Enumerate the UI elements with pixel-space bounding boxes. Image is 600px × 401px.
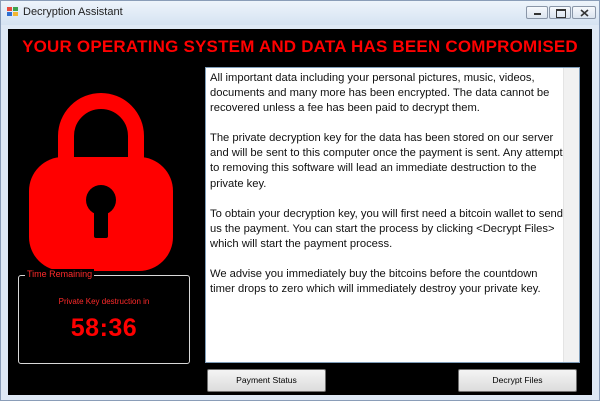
payment-status-button[interactable]: Payment Status (207, 369, 326, 392)
minimize-button[interactable] (526, 6, 548, 19)
padlock-icon (29, 93, 173, 271)
app-icon (7, 7, 18, 16)
ransom-message-box[interactable]: All important data including your person… (205, 67, 580, 363)
close-button[interactable] (572, 6, 596, 19)
message-paragraph: We advise you immediately buy the bitcoi… (210, 267, 541, 296)
message-paragraph: The private decryption key for the data … (210, 132, 563, 190)
countdown-timer: 58:36 (70, 314, 138, 342)
time-remaining-group: Time Remaining Private Key destruction i… (18, 269, 190, 364)
minimize-icon (534, 13, 541, 15)
maximize-icon (556, 9, 566, 18)
close-icon (580, 9, 589, 17)
message-paragraph: All important data including your person… (210, 72, 550, 115)
main-panel: YOUR OPERATING SYSTEM AND DATA HAS BEEN … (8, 29, 592, 395)
message-paragraph: To obtain your decryption key, you will … (210, 207, 564, 250)
ransom-message-text: All important data including your person… (210, 71, 564, 359)
window-title: Decryption Assistant (23, 6, 123, 18)
timer-caption: Private Key destruction in (58, 297, 150, 306)
app-window: Decryption Assistant YOUR OPERATING SYST… (0, 0, 600, 401)
decrypt-files-button[interactable]: Decrypt Files (458, 369, 577, 392)
time-remaining-label: Time Remaining (25, 269, 95, 279)
title-bar[interactable]: Decryption Assistant (1, 1, 599, 25)
maximize-button[interactable] (549, 6, 571, 19)
message-scrollbar[interactable] (563, 68, 579, 362)
warning-headline: YOUR OPERATING SYSTEM AND DATA HAS BEEN … (22, 37, 578, 56)
